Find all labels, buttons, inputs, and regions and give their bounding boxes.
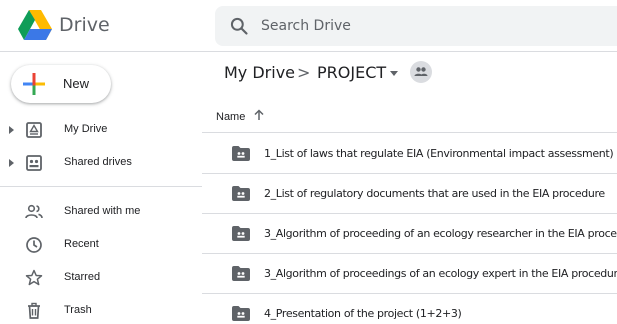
- sidebar-item-label: My Drive: [64, 123, 108, 135]
- table-row[interactable]: 1_List of laws that regulate EIA (Enviro…: [202, 134, 617, 174]
- shared-folder-icon: [232, 146, 250, 161]
- expand-arrow-icon[interactable]: [9, 126, 14, 134]
- new-button-label: New: [63, 76, 90, 91]
- breadcrumb-current[interactable]: PROJECT: [317, 63, 386, 82]
- app-header: Drive: [0, 0, 617, 52]
- clock-icon: [26, 237, 42, 253]
- sidebar-divider: [0, 186, 202, 187]
- plus-icon: [23, 73, 45, 95]
- shared-folder-icon: [232, 306, 250, 321]
- breadcrumb-separator: >: [297, 63, 311, 82]
- drive-logo-icon[interactable]: [18, 10, 52, 40]
- app-brand[interactable]: Drive: [59, 14, 110, 36]
- shared-folder-badge[interactable]: [410, 61, 432, 83]
- new-button[interactable]: New: [11, 65, 111, 103]
- sidebar-item-trash[interactable]: Trash: [0, 295, 202, 324]
- table-row[interactable]: 4_Presentation of the project (1+2+3): [202, 294, 617, 324]
- my-drive-icon: [26, 122, 42, 138]
- file-name: 1_List of laws that regulate EIA (Enviro…: [264, 147, 614, 160]
- shared-folder-icon: [232, 186, 250, 201]
- expand-arrow-icon[interactable]: [9, 159, 14, 167]
- people-icon: [25, 204, 43, 219]
- search-input[interactable]: [261, 6, 601, 46]
- sidebar-item-shared-drives[interactable]: Shared drives: [0, 147, 202, 179]
- file-name: 4_Presentation of the project (1+2+3): [264, 307, 462, 320]
- main-content: My Drive > PROJECT Name 1_List of laws t…: [202, 53, 617, 324]
- shared-folder-icon: [232, 266, 250, 281]
- search-icon[interactable]: [229, 16, 249, 36]
- sidebar-item-label: Recent: [64, 238, 99, 250]
- breadcrumb-root[interactable]: My Drive: [224, 63, 295, 82]
- sidebar-item-label: Starred: [64, 271, 101, 283]
- file-name: 3_Algorithm of proceedings of an ecology…: [264, 267, 617, 280]
- sidebar-item-my-drive[interactable]: My Drive: [0, 114, 202, 146]
- sidebar-item-recent[interactable]: Recent: [0, 229, 202, 261]
- search-box[interactable]: [215, 6, 617, 46]
- column-header-name[interactable]: Name: [216, 111, 245, 123]
- sidebar-item-starred[interactable]: Starred: [0, 262, 202, 294]
- sidebar-item-label: Trash: [64, 304, 92, 316]
- file-name: 2_List of regulatory documents that are …: [264, 187, 605, 200]
- people-icon: [414, 67, 428, 76]
- column-header-row: Name: [202, 97, 617, 133]
- shared-drives-icon: [26, 155, 42, 171]
- file-name: 3_Algorithm of proceeding of an ecology …: [264, 227, 617, 240]
- sidebar-item-label: Shared with me: [64, 205, 141, 217]
- table-row[interactable]: 3_Algorithm of proceeding of an ecology …: [202, 214, 617, 254]
- arrow-up-icon[interactable]: [253, 109, 265, 121]
- trash-icon: [28, 302, 40, 319]
- chevron-down-icon[interactable]: [390, 71, 398, 76]
- sidebar: New My Drive Shared drives Shared with m…: [0, 53, 202, 324]
- shared-folder-icon: [232, 226, 250, 241]
- sidebar-item-label: Shared drives: [64, 156, 132, 168]
- sidebar-item-shared-with-me[interactable]: Shared with me: [0, 196, 202, 228]
- table-row[interactable]: 2_List of regulatory documents that are …: [202, 174, 617, 214]
- star-icon: [25, 269, 43, 286]
- table-row[interactable]: 3_Algorithm of proceedings of an ecology…: [202, 254, 617, 294]
